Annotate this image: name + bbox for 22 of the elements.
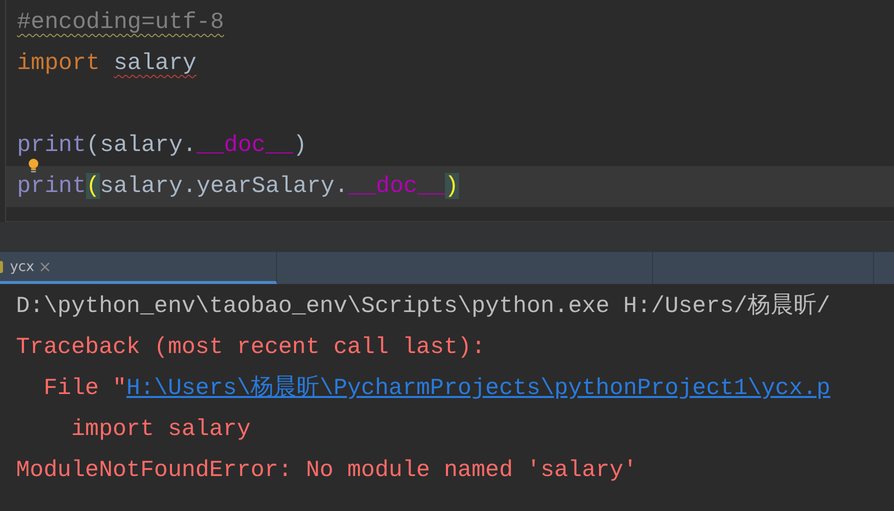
console-text: ModuleNotFoundError: No module named 'salary': [16, 457, 638, 483]
code-token: #encoding=utf-8: [17, 9, 224, 35]
file-link[interactable]: H:\Users\杨晨昕\PycharmProjects\pythonProject1\ycx.p: [126, 375, 830, 401]
code-token: (salary.: [86, 132, 196, 158]
lightbulb-icon[interactable]: [27, 158, 40, 174]
code-token: print: [17, 173, 86, 199]
close-icon[interactable]: [40, 262, 50, 272]
code-token: ): [444, 173, 459, 199]
code-editor[interactable]: #encoding=utf-8 import salary print(salary.__doc__) print(salary.yearSalary.__doc__): [5, 0, 894, 222]
console-text: import salary: [70, 416, 251, 442]
code-token: (: [86, 173, 100, 199]
code-token: __doc__: [348, 173, 445, 199]
code-token: __doc__: [196, 132, 294, 158]
code-token: salary: [114, 50, 196, 76]
console-text: File ": [42, 375, 126, 401]
code-token: print: [17, 132, 86, 158]
code-token: salary.yearSalary.: [100, 173, 348, 199]
code-token: ): [293, 132, 307, 158]
console-text: Traceback (most recent call last):: [16, 334, 486, 360]
code-token: import: [17, 50, 101, 76]
console-text: D:\python_env\taobao_env\Scripts\python.exe H:/Users/杨晨昕/: [16, 293, 830, 319]
tab-label: ycx: [10, 258, 34, 274]
